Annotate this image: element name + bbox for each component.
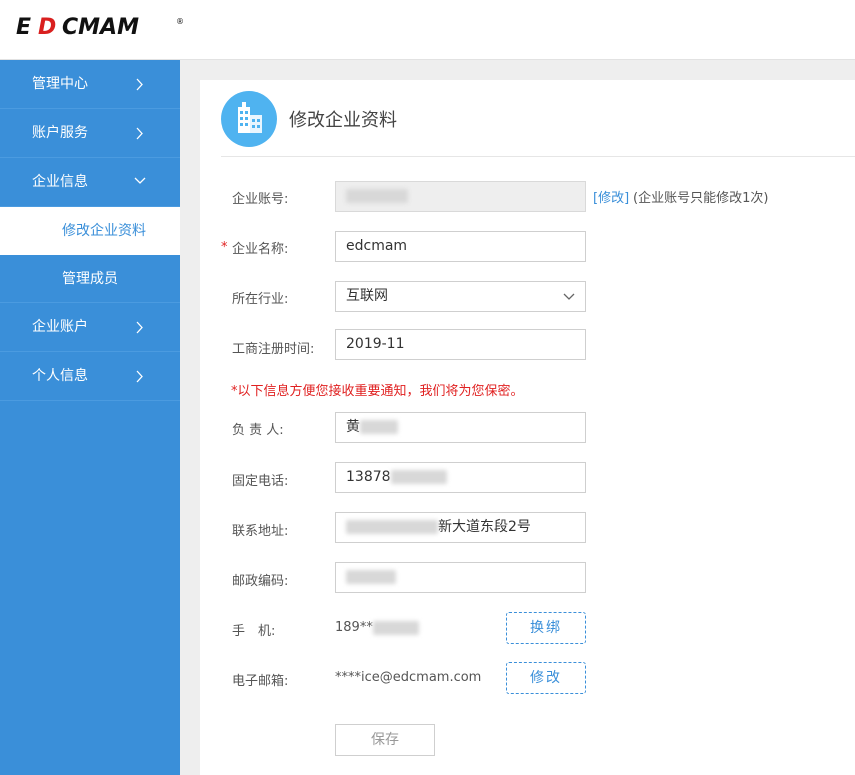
sidebar-item-label: 管理成员 <box>62 271 118 287</box>
redacted-account <box>346 189 408 203</box>
chevron-down-icon <box>134 177 146 184</box>
svg-text:D: D <box>38 15 56 38</box>
owner-input[interactable]: 黄 <box>335 412 586 443</box>
mobile-label: 手 机: <box>232 624 276 639</box>
main-panel: 修改企业资料 企业账号: [修改] (企业账号只能修改1次) * 企业名称: e… <box>200 80 855 775</box>
account-field <box>335 181 586 212</box>
edit-email-button[interactable]: 修改 <box>506 662 586 694</box>
redacted-mobile <box>372 620 419 635</box>
sidebar-item-account-service[interactable]: 账户服务 <box>0 109 180 158</box>
industry-select[interactable]: 互联网 <box>335 281 586 312</box>
svg-text:®: ® <box>176 17 184 26</box>
privacy-notice: *以下信息方便您接收重要通知，我们将为您保密。 <box>231 384 524 399</box>
sidebar-item-label: 个人信息 <box>32 368 88 384</box>
phone-label: 固定电话: <box>232 474 289 489</box>
phone-value: 13878 <box>346 469 391 485</box>
phone-input[interactable]: 13878 <box>335 462 586 493</box>
address-value: 新大道东段2号 <box>438 519 531 535</box>
postcode-input[interactable] <box>335 562 586 593</box>
sidebar-item-label: 企业账户 <box>32 319 88 335</box>
sidebar-item-label: 修改企业资料 <box>62 223 146 239</box>
redacted-postcode <box>346 570 396 584</box>
redacted-owner <box>360 420 398 434</box>
redacted-phone <box>390 470 447 484</box>
industry-label: 所在行业: <box>232 292 289 307</box>
svg-text:CMAM: CMAM <box>62 15 139 38</box>
account-hint: (企业账号只能修改1次) <box>633 191 769 206</box>
chevron-right-icon <box>136 78 143 91</box>
mobile-value-wrap: 189** <box>335 620 419 635</box>
svg-text:E: E <box>16 15 31 38</box>
account-label: 企业账号: <box>232 192 289 207</box>
sidebar-item-company-info[interactable]: 企业信息 <box>0 158 180 207</box>
mobile-value: 189** <box>335 620 373 635</box>
company-name-input[interactable]: edcmam <box>335 231 586 262</box>
company-name-label: 企业名称: <box>232 242 289 257</box>
building-icon <box>221 91 277 147</box>
required-mark: * <box>221 240 228 255</box>
chevron-right-icon <box>136 370 143 383</box>
sidebar: 管理中心 账户服务 企业信息 修改企业资料 管理成员 企业账户 个人信息 <box>0 60 180 775</box>
owner-value: 黄 <box>346 419 360 435</box>
address-label: 联系地址: <box>232 524 289 539</box>
sidebar-item-label: 企业信息 <box>32 174 88 190</box>
sidebar-item-manage-members[interactable]: 管理成员 <box>0 255 180 303</box>
address-input[interactable]: 新大道东段2号 <box>335 512 586 543</box>
brand-logo[interactable]: E D CMAM ® <box>16 14 186 38</box>
sidebar-item-label: 账户服务 <box>32 125 88 141</box>
save-button[interactable]: 保存 <box>335 724 435 756</box>
industry-value: 互联网 <box>346 288 388 304</box>
owner-label: 负 责 人: <box>232 423 284 438</box>
chevron-down-icon <box>563 293 575 300</box>
sidebar-item-edit-company-profile[interactable]: 修改企业资料 <box>0 207 180 255</box>
redacted-address <box>346 520 438 534</box>
sidebar-item-management-center[interactable]: 管理中心 <box>0 60 180 109</box>
registration-time-label: 工商注册时间: <box>232 342 315 357</box>
top-bar: E D CMAM ® <box>0 0 855 60</box>
chevron-right-icon <box>136 321 143 334</box>
sidebar-item-company-account[interactable]: 企业账户 <box>0 303 180 352</box>
postcode-label: 邮政编码: <box>232 574 289 589</box>
edit-account-link[interactable]: [修改] <box>593 187 629 206</box>
email-value: ****ice@edcmam.com <box>335 670 482 685</box>
page-title: 修改企业资料 <box>289 110 397 131</box>
header-divider <box>221 156 855 157</box>
sidebar-item-personal-info[interactable]: 个人信息 <box>0 352 180 401</box>
chevron-right-icon <box>136 127 143 140</box>
sidebar-item-label: 管理中心 <box>32 76 88 92</box>
email-label: 电子邮箱: <box>232 674 289 689</box>
registration-time-input[interactable]: 2019-11 <box>335 329 586 360</box>
rebind-mobile-button[interactable]: 换绑 <box>506 612 586 644</box>
